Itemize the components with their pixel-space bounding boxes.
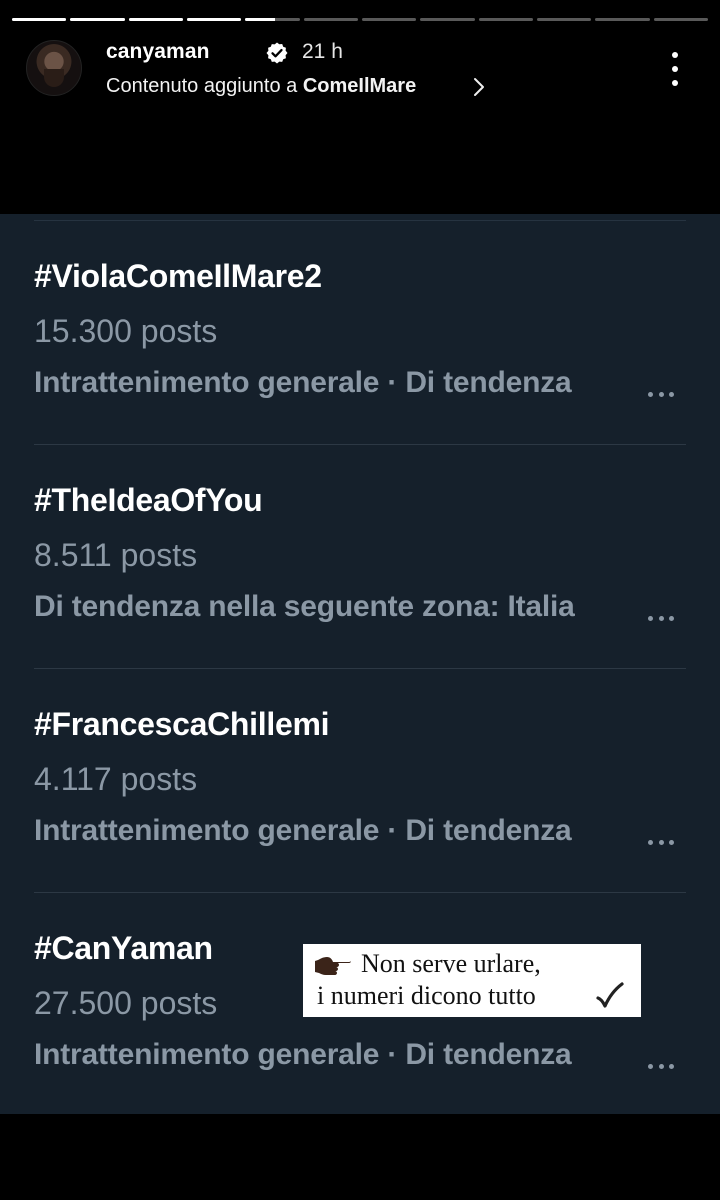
trend-item[interactable]: #TheIdeaOfYou 8.511 posts Di tendenza ne…: [34, 482, 686, 624]
divider: [34, 220, 686, 221]
progress-segment: [361, 18, 417, 21]
progress-segment: [653, 18, 708, 21]
pointing-hand-icon: [315, 957, 351, 975]
collection-link[interactable]: Contenuto aggiunto a ComeIlMare: [106, 75, 416, 98]
trend-post-count: 15.300 posts: [34, 313, 218, 349]
trend-hashtag[interactable]: #ViolaComeIlMare2: [34, 258, 686, 295]
more-horizontal-icon[interactable]: [648, 616, 674, 622]
progress-segment: [303, 18, 358, 21]
more-horizontal-icon[interactable]: [648, 392, 674, 398]
trend-post-count: 8.511 posts: [34, 537, 198, 573]
trend-category: Intrattenimento generale · Di tendenza: [34, 1038, 572, 1071]
divider: [34, 444, 686, 445]
check-mark-icon: [596, 982, 624, 1008]
caption-sticker: Non serve urlare, i numeri dicono tutto: [303, 944, 641, 1017]
trend-post-count: 4.117 posts: [34, 761, 198, 797]
post-time: 21 h: [302, 40, 343, 63]
progress-segment: [245, 18, 300, 21]
username[interactable]: canyaman: [106, 40, 210, 64]
trend-category: Di tendenza nella seguente zona: Italia: [34, 590, 575, 623]
verified-badge-icon: [266, 42, 288, 64]
more-horizontal-icon[interactable]: [648, 1064, 674, 1070]
trend-hashtag[interactable]: #TheIdeaOfYou: [34, 482, 686, 519]
trend-item[interactable]: #ViolaComeIlMare2 15.300 posts Intratten…: [34, 258, 686, 400]
divider: [34, 668, 686, 669]
trend-category: Intrattenimento generale · Di tendenza: [34, 366, 572, 399]
chevron-right-icon[interactable]: [472, 76, 486, 98]
more-vertical-icon[interactable]: [670, 52, 680, 86]
caption-line-2: i numeri dicono tutto: [317, 981, 536, 1010]
progress-segment: [536, 18, 592, 21]
progress-segment: [70, 18, 125, 21]
progress-segment: [12, 18, 67, 21]
collection-name: ComeIlMare: [302, 75, 417, 97]
avatar[interactable]: [26, 40, 82, 96]
subline-prefix: Contenuto aggiunto a: [106, 75, 303, 97]
trend-category: Intrattenimento generale · Di tendenza: [34, 814, 572, 847]
trend-item[interactable]: #FrancescaChillemi 4.117 posts Intratten…: [34, 706, 686, 848]
progress-segment: [478, 18, 533, 21]
progress-segment: [128, 18, 183, 21]
story-header: canyaman 21 h Contenuto aggiunto a ComeI…: [26, 38, 700, 104]
progress-segment: [186, 18, 242, 21]
story-progress-bar: [12, 18, 708, 21]
caption-line-1: Non serve urlare,: [361, 949, 541, 978]
divider: [34, 892, 686, 893]
more-horizontal-icon[interactable]: [648, 840, 674, 846]
progress-segment: [420, 18, 475, 21]
progress-segment: [595, 18, 650, 21]
trend-hashtag[interactable]: #FrancescaChillemi: [34, 706, 686, 743]
